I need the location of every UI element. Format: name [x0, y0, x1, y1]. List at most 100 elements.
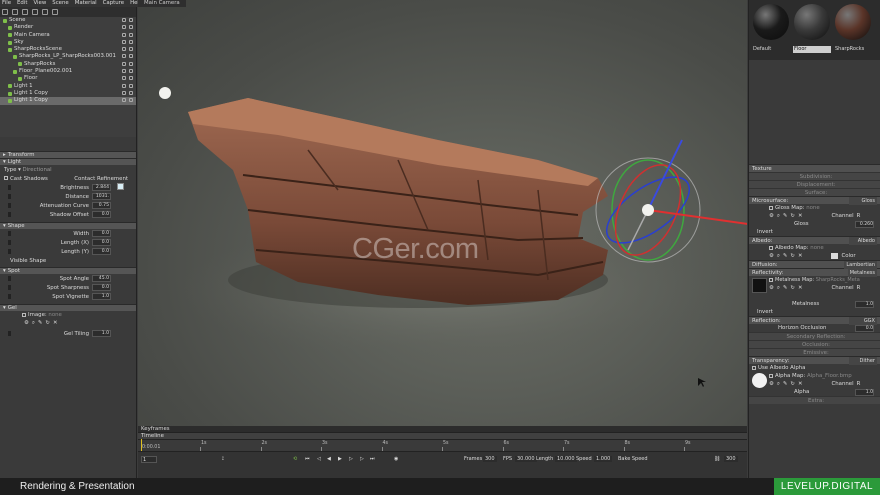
scene-tree-item[interactable]: Main Camera — [0, 32, 136, 39]
slider-grip[interactable] — [8, 276, 11, 281]
lock-icon[interactable] — [129, 39, 133, 44]
property-value[interactable]: 0.0 — [92, 230, 111, 237]
visibility-icon[interactable] — [122, 69, 126, 74]
metalness-value[interactable]: 1.0 — [855, 300, 874, 308]
section-transparency[interactable]: Transparency: Dither — [749, 356, 880, 365]
property-value[interactable]: 0.0 — [92, 284, 111, 291]
light-color-swatch[interactable] — [117, 183, 124, 190]
visibility-icon[interactable] — [122, 90, 126, 95]
menu-item-scene[interactable]: Scene — [52, 0, 68, 7]
type-value[interactable]: Directional — [23, 167, 52, 173]
invert-label[interactable]: Invert — [757, 229, 773, 235]
key-icon[interactable]: ⟟ — [222, 456, 224, 462]
next-key-icon[interactable]: ▷ — [349, 456, 353, 462]
section-reflection[interactable]: Reflection: GGX — [749, 316, 880, 325]
search-icon[interactable]: ⌕ — [777, 213, 780, 220]
refresh-icon[interactable]: ↻ — [790, 213, 795, 219]
visibility-icon[interactable] — [122, 25, 126, 30]
delete-icon[interactable] — [22, 9, 28, 15]
contact-refinement-label[interactable]: Contact Refinement — [74, 176, 128, 182]
section-microsurface[interactable]: Microsurface: Gloss — [749, 196, 880, 205]
property-value[interactable]: 1031. — [92, 193, 111, 200]
scene-tree-item[interactable]: Render — [0, 24, 136, 31]
frames-input[interactable]: 300 — [483, 456, 497, 462]
menu-item-capture[interactable]: Capture — [103, 0, 124, 7]
gear-icon[interactable]: ⚙ — [769, 285, 774, 291]
scene-tree-item[interactable]: Light 1 — [0, 83, 136, 90]
gear-icon[interactable]: ⚙ — [769, 381, 774, 387]
type-label[interactable]: Type ▾ — [4, 167, 21, 173]
gloss-map-checkbox[interactable] — [769, 206, 773, 210]
horizon-occlusion-value[interactable]: 0.0 — [855, 324, 874, 332]
alpha-map-checkbox[interactable] — [769, 374, 773, 378]
lock-icon[interactable] — [129, 90, 133, 95]
camera-icon[interactable] — [42, 9, 48, 15]
step-forward-icon[interactable]: ▷ — [360, 456, 364, 462]
property-value[interactable]: 2.844 — [92, 184, 111, 191]
prev-key-icon[interactable]: ◀ — [327, 456, 331, 462]
slider-grip[interactable] — [8, 194, 11, 199]
scene-tree-item[interactable]: Light 1 Copy — [0, 97, 136, 105]
slider-grip[interactable] — [8, 185, 11, 190]
material-thumbnail[interactable]: Floor — [793, 4, 831, 60]
slider-grip[interactable] — [8, 285, 11, 290]
section-texture[interactable]: Texture — [749, 164, 880, 172]
scene-tree-item[interactable]: Scene — [0, 17, 136, 24]
bake-speed-button[interactable]: Bake Speed — [618, 456, 648, 462]
group-icon[interactable] — [52, 9, 58, 15]
material-thumbnail[interactable]: SharpRocks — [834, 4, 872, 60]
gear-icon[interactable]: ⚙ — [24, 320, 29, 326]
albedo-map-checkbox[interactable] — [769, 246, 773, 250]
visibility-icon[interactable] — [122, 47, 126, 52]
step-back-icon[interactable]: ◁ — [317, 456, 321, 462]
close-icon[interactable]: ✕ — [798, 253, 803, 259]
fps-input[interactable]: 30.000 — [515, 456, 537, 462]
property-value[interactable]: 0.0 — [92, 211, 111, 218]
add-icon[interactable] — [2, 9, 8, 15]
close-icon[interactable]: ✕ — [798, 213, 803, 219]
section-reflectivity[interactable]: Reflectivity: Metalness — [749, 268, 880, 277]
visibility-icon[interactable] — [122, 76, 126, 81]
scene-tree-item[interactable]: Light 1 Copy — [0, 90, 136, 97]
light-1-gizmo[interactable] — [159, 87, 171, 99]
duplicate-icon[interactable] — [12, 9, 18, 15]
property-value[interactable]: 0.0 — [92, 239, 111, 246]
pencil-icon[interactable]: ✎ — [38, 320, 43, 326]
refresh-icon[interactable]: ↻ — [790, 285, 795, 291]
playhead[interactable] — [141, 439, 142, 451]
section-subdivision[interactable]: Subdivision: — [749, 172, 880, 180]
scene-tree-item[interactable]: Sky — [0, 39, 136, 46]
section-spot[interactable]: ▾ Spot — [0, 267, 136, 274]
section-occlusion[interactable]: Occlusion: — [749, 340, 880, 348]
metal-map-checkbox[interactable] — [769, 278, 773, 282]
menu-item-material[interactable]: Material — [75, 0, 97, 7]
visibility-icon[interactable] — [122, 39, 126, 44]
lock-icon[interactable] — [129, 25, 133, 30]
visibility-icon[interactable] — [122, 83, 126, 88]
gear-icon[interactable]: ⚙ — [769, 253, 774, 259]
lock-icon[interactable] — [129, 32, 133, 37]
slider-grip[interactable] — [8, 203, 11, 208]
link-icon[interactable]: ⛓ — [714, 456, 720, 462]
channel-dropdown[interactable]: R — [857, 285, 861, 291]
lock-icon[interactable] — [129, 47, 133, 52]
refresh-icon[interactable]: ↻ — [790, 381, 795, 387]
section-emissive[interactable]: Emissive: — [749, 348, 880, 356]
channel-dropdown[interactable]: R — [857, 213, 861, 219]
section-secondary-reflection[interactable]: Secondary Reflection: — [749, 332, 880, 340]
play-icon[interactable]: ▶ — [338, 456, 342, 462]
albedo-color-swatch[interactable] — [831, 253, 839, 259]
slider-grip[interactable] — [8, 331, 11, 336]
menu-item-view[interactable]: View — [33, 0, 46, 7]
property-value[interactable]: 1.0 — [92, 293, 111, 300]
visible-shape-label[interactable]: Visible Shape — [10, 258, 46, 264]
speed-input[interactable]: 1.000 — [594, 456, 613, 462]
lock-icon[interactable] — [129, 98, 133, 103]
record-icon[interactable]: ◉ — [394, 456, 398, 462]
refresh-icon[interactable]: ↻ — [45, 320, 50, 326]
lock-icon[interactable] — [129, 83, 133, 88]
slider-grip[interactable] — [8, 249, 11, 254]
slider-grip[interactable] — [8, 231, 11, 236]
pencil-icon[interactable]: ✎ — [783, 381, 788, 387]
timeline-tab[interactable]: Timeline — [138, 433, 747, 440]
